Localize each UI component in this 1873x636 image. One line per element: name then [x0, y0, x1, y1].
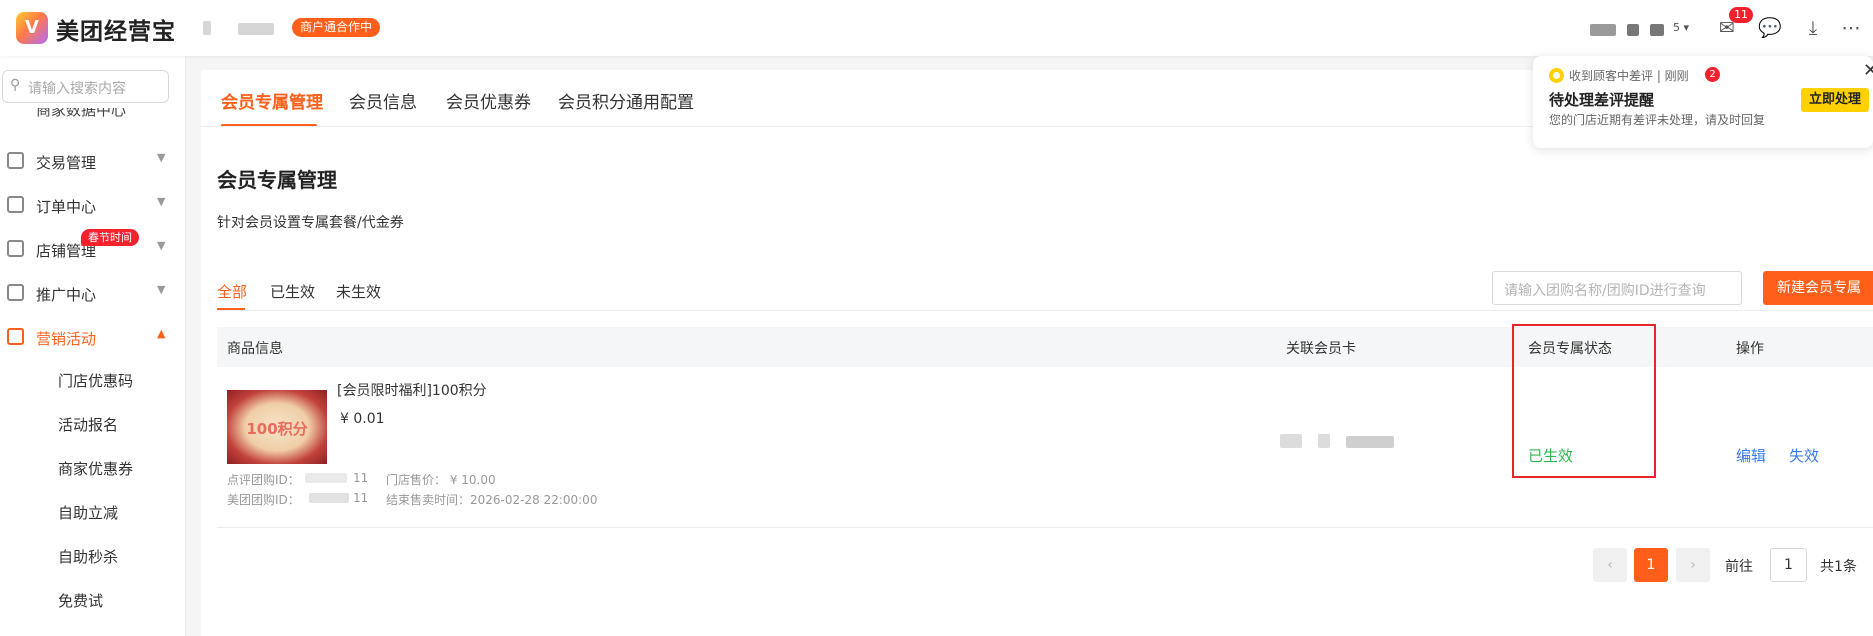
brand-name[interactable]: 美团经营宝 — [56, 12, 176, 46]
sidebar-item-label: 交易管理 — [36, 154, 97, 172]
meituan-id-tail: 11 — [353, 491, 369, 505]
goto-page-input[interactable]: 1 — [1770, 548, 1807, 582]
sidebar-subitem[interactable]: 商家优惠券 — [58, 458, 133, 479]
disable-link[interactable]: 失效 — [1789, 445, 1819, 466]
edit-link[interactable]: 编辑 — [1736, 445, 1766, 466]
new-member-exclusive-button[interactable]: 新建会员专属 — [1763, 271, 1873, 305]
redacted-store-name — [203, 21, 211, 35]
total-count: 共1条 — [1820, 559, 1857, 575]
redacted-member-card — [1318, 434, 1330, 448]
column-header-actions: 操作 — [1736, 341, 1764, 357]
sidebar-item-orders[interactable]: 订单中心 ▼ — [0, 194, 186, 218]
query-placeholder: 请输入团购名称/团购ID进行查询 — [1504, 283, 1706, 299]
download-icon[interactable]: ⤓ — [1800, 15, 1826, 41]
status-column-highlight — [1512, 324, 1656, 478]
tab-member-info[interactable]: 会员信息 — [349, 88, 417, 113]
prev-page-button[interactable]: ‹ — [1593, 548, 1627, 582]
marketing-icon — [7, 328, 24, 345]
chevron-down-icon: ▼ — [157, 283, 166, 296]
redacted-dianping-id — [305, 473, 347, 483]
search-placeholder: 请输入搜索内容 — [28, 81, 126, 97]
message-count-badge: 11 — [1729, 7, 1753, 23]
column-header-member-card: 关联会员卡 — [1286, 341, 1356, 357]
notification-body: 您的门店近期有差评未处理，请及时回复 — [1549, 113, 1766, 127]
sidebar-item-label: 推广中心 — [36, 286, 97, 304]
sidebar: ⚲ 请输入搜索内容 商家数据中心 交易管理 ▼ 订单中心 ▼ 店铺管理 ▼ 春节… — [0, 56, 186, 636]
coop-status-badge: 商户通合作中 — [292, 18, 381, 37]
chevron-down-icon: ▼ — [157, 151, 166, 164]
column-header-product: 商品信息 — [227, 341, 283, 357]
app-logo-icon[interactable]: ᐯ — [16, 12, 48, 44]
goto-label: 前往 — [1725, 559, 1753, 575]
tab-member-coupons[interactable]: 会员优惠券 — [446, 88, 531, 113]
sidebar-item-cut: 商家数据中心 — [36, 108, 127, 118]
end-sale-time: 结束售卖时间：2026-02-28 22:00:00 — [386, 493, 598, 507]
product-title[interactable]: [会员限时福利]100积分 — [337, 380, 487, 400]
sidebar-subitem[interactable]: 活动报名 — [58, 414, 118, 435]
sidebar-item-promotion[interactable]: 推广中心 ▼ — [0, 282, 186, 306]
store-icon — [7, 240, 24, 257]
megaphone-icon — [7, 284, 24, 301]
redacted-store-name — [238, 23, 274, 35]
thumbnail-text: 100积分 — [246, 420, 308, 438]
sidebar-item-label: 订单中心 — [36, 198, 97, 216]
redacted-member-card — [1346, 436, 1394, 448]
chevron-down-icon: ▼ — [157, 239, 166, 252]
more-icon[interactable]: ⋯ — [1838, 15, 1864, 41]
notification-count-badge: 2 — [1705, 67, 1720, 82]
sidebar-subitem[interactable]: 自助秒杀 — [58, 546, 118, 567]
account-dropdown-icon[interactable]: 5 ▾ — [1668, 15, 1694, 41]
top-header: ᐯ 美团经营宝 商户通合作中 5 ▾ ✉ 11 💬 ⤓ ⋯ — [0, 0, 1873, 56]
redacted-member-card — [1280, 434, 1302, 448]
dianping-id-tail: 11 — [353, 471, 369, 485]
order-icon — [7, 196, 24, 213]
filter-tab-active[interactable]: 已生效 — [270, 281, 315, 302]
page-description: 针对会员设置专属套餐/代金券 — [217, 215, 404, 231]
close-icon[interactable]: ✕ — [1863, 60, 1873, 81]
handle-now-button[interactable]: 立即处理 — [1801, 88, 1869, 112]
product-thumbnail: 100积分 — [227, 390, 327, 464]
redacted-account — [1627, 24, 1639, 36]
product-price: ¥ 0.01 — [340, 411, 385, 427]
sidebar-item-label: 营销活动 — [36, 330, 97, 348]
page-number-current[interactable]: 1 — [1634, 548, 1668, 582]
dianping-id-label: 点评团购ID： — [227, 473, 300, 487]
page-title: 会员专属管理 — [217, 168, 337, 192]
redacted-meituan-id — [309, 493, 349, 503]
filter-divider — [217, 310, 1873, 311]
sidebar-item-marketing[interactable]: 营销活动 ▲ — [0, 326, 186, 350]
chat-icon[interactable]: 💬 — [1757, 15, 1783, 41]
notification-source: 收到顾客中差评 | 刚刚 — [1569, 69, 1689, 83]
notification-icon — [1549, 68, 1564, 83]
bad-review-notification: 收到顾客中差评 | 刚刚 2 待处理差评提醒 您的门店近期有差评未处理，请及时回… — [1533, 56, 1873, 148]
main-content: 会员专属管理 会员信息 会员优惠券 会员积分通用配置 会员专属管理 针对会员设置… — [201, 70, 1873, 636]
search-icon: ⚲ — [10, 77, 21, 93]
row-divider — [217, 527, 1873, 528]
tab-member-exclusive[interactable]: 会员专属管理 — [221, 88, 323, 113]
meituan-id-label: 美团团购ID： — [227, 493, 300, 507]
filter-tab-inactive[interactable]: 未生效 — [336, 281, 381, 302]
spring-festival-tag: 春节时间 — [81, 229, 139, 246]
sidebar-search-input[interactable]: ⚲ 请输入搜索内容 — [2, 70, 169, 103]
redacted-account — [1590, 24, 1616, 36]
sidebar-item-transaction[interactable]: 交易管理 ▼ — [0, 150, 186, 174]
group-buy-search-input[interactable]: 请输入团购名称/团购ID进行查询 — [1492, 271, 1742, 305]
redacted-account — [1650, 24, 1664, 36]
chevron-down-icon: ▼ — [157, 195, 166, 208]
next-page-button[interactable]: › — [1676, 548, 1710, 582]
tab-points-config[interactable]: 会员积分通用配置 — [558, 88, 694, 113]
store-price: 门店售价： ¥ 10.00 — [386, 473, 496, 487]
sidebar-subitem[interactable]: 免费试 — [58, 590, 103, 611]
notification-title: 待处理差评提醒 — [1549, 91, 1655, 109]
sidebar-subitem[interactable]: 门店优惠码 — [58, 370, 133, 391]
transaction-icon — [7, 152, 24, 169]
sidebar-subitem[interactable]: 自助立减 — [58, 502, 118, 523]
chevron-up-icon: ▲ — [157, 327, 166, 340]
filter-tab-all[interactable]: 全部 — [217, 281, 247, 302]
